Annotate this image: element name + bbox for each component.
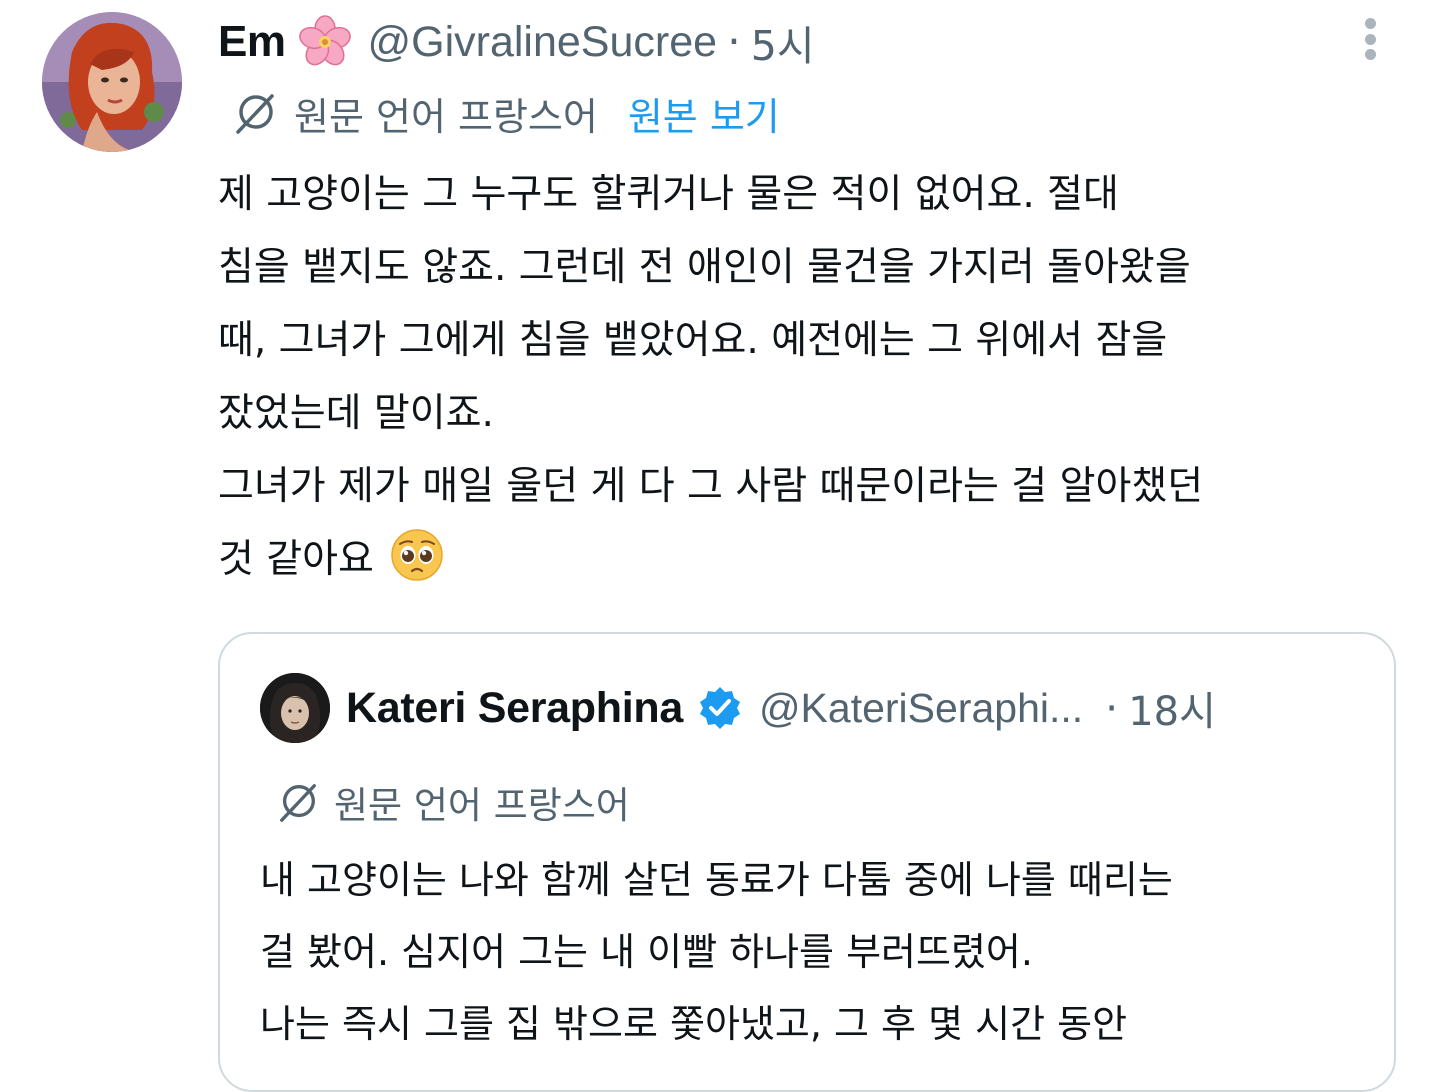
more-vertical-icon[interactable] [1350, 14, 1390, 64]
tweet-body: 제 고양이는 그 누구도 할퀴거나 물은 적이 없어요. 절대 침을 뱉지도 않… [218, 158, 1398, 596]
quoted-header-separator: · [1105, 684, 1119, 732]
translation-notice: 원문 언어 프랑스어 원본 보기 [232, 86, 780, 140]
tweet-timestamp[interactable]: 5시 [751, 12, 815, 72]
quoted-author-name: Kateri Seraphina [346, 683, 683, 732]
quoted-tweet-body: 내 고양이는 나와 함께 살던 동료가 다툼 중에 나를 때리는 걸 봤어. 심… [260, 844, 1370, 1060]
header-separator: · [727, 17, 741, 67]
cherry-blossom-icon [297, 14, 353, 70]
quoted-translation-notice: 원문 언어 프랑스어 [276, 776, 630, 828]
quoted-author-avatar [260, 673, 330, 743]
quoted-text-line: 걸 봤어. 심지어 그는 내 이빨 하나를 부러뜨렸어. [260, 930, 1033, 974]
tweet-text-line: 침을 뱉지도 않죠. 그런데 전 애인이 물건을 가지러 돌아왔을 [218, 245, 1191, 290]
quoted-tweet-timestamp: 18시 [1128, 689, 1216, 735]
author-name[interactable]: Em [218, 17, 286, 67]
quoted-tweet-card[interactable]: Kateri Seraphina @KateriSeraphi... · 18시… [218, 632, 1396, 1092]
show-original-link[interactable]: 원본 보기 [628, 86, 780, 141]
globe-translate-icon [236, 94, 274, 134]
globe-translate-icon [280, 784, 316, 822]
pleading-face-icon [390, 528, 444, 582]
quoted-tweet-header: Kateri Seraphina @KateriSeraphi... · 18시 [260, 672, 1216, 744]
tweet-text-line: 것 같아요 [218, 537, 374, 582]
quoted-avatar-image [260, 673, 330, 743]
avatar-image [42, 12, 182, 152]
tweet-text-last-line: 것 같아요 [218, 523, 1398, 596]
tweet-text-line: 때, 그녀가 그에게 침을 뱉았어요. 예전에는 그 위에서 잠을 [218, 318, 1168, 363]
quoted-author-handle: @KateriSeraphi... [758, 684, 1084, 731]
tweet-text-line: 제 고양이는 그 누구도 할퀴거나 물은 적이 없어요. 절대 [218, 172, 1119, 217]
quoted-translation-label: 원문 언어 프랑스어 [334, 784, 630, 827]
quoted-text-line: 나는 즉시 그를 집 밖으로 쫓아냈고, 그 후 몇 시간 동안 [260, 1002, 1128, 1046]
quoted-text-line: 내 고양이는 나와 함께 살던 동료가 다툼 중에 나를 때리는 [260, 858, 1173, 902]
author-handle[interactable]: @GivralineSucree [367, 18, 717, 67]
tweet-text-line: 잤었는데 말이죠. [218, 391, 494, 436]
tweet-header: Em @GivralineSucree · 5시 [218, 14, 815, 70]
tweet-text-line: 그녀가 제가 매일 울던 게 다 그 사람 때문이라는 걸 알아챘던 [218, 464, 1204, 509]
verified-badge-icon [699, 687, 740, 729]
author-avatar[interactable] [42, 12, 182, 152]
translation-label: 원문 언어 프랑스어 [294, 94, 598, 139]
